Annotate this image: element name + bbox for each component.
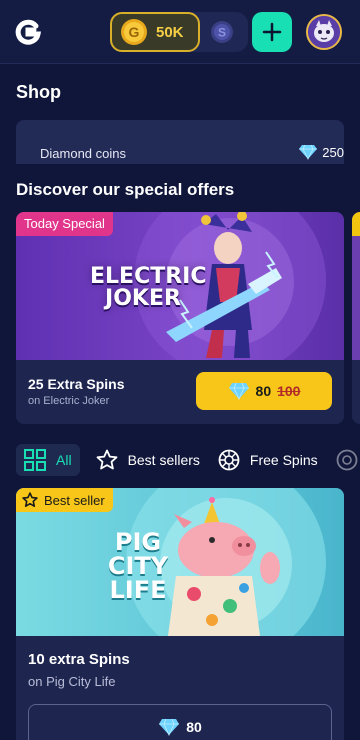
svg-text:G: G (129, 24, 140, 40)
offer-price: 80 (255, 383, 272, 399)
product-price: 80 (186, 719, 202, 735)
game-logo-line3: LIFE (109, 576, 167, 604)
s-token-icon[interactable]: S (210, 20, 234, 44)
best-seller-badge: Best seller (16, 488, 113, 512)
next-offer-card[interactable] (352, 212, 360, 424)
offer-title: 25 Extra Spins (28, 376, 125, 392)
product-subtitle: on Pig City Life (28, 674, 116, 689)
diamond-coins-card[interactable]: Diamond coins 250 (16, 120, 344, 164)
today-special-badge: Today Special (16, 212, 113, 236)
tab-free-spins-label: Free Spins (249, 452, 318, 468)
offer-old-price: 100 (277, 383, 301, 399)
diamond-coins-label: Diamond coins (40, 146, 126, 161)
page-title: Shop (16, 82, 61, 102)
plus-icon (262, 22, 282, 42)
balance-pill[interactable]: G 50K S (110, 12, 248, 52)
coin-amount: 50K (156, 23, 184, 41)
offers-heading: Discover our special offers (16, 180, 235, 199)
svg-text:S: S (218, 26, 226, 40)
coin-balance[interactable]: G 50K (110, 12, 200, 52)
tab-best-sellers[interactable]: Best sellers (96, 444, 200, 476)
buy-offer-button[interactable]: 80 100 (196, 372, 332, 410)
filter-tabs: All Best sellers Free Spins (16, 444, 360, 476)
cat-avatar-icon (308, 16, 340, 48)
tab-all[interactable]: All (16, 444, 80, 476)
electric-joker-banner[interactable]: Today Special ELECTRIC JOKER (16, 212, 344, 360)
pig-city-life-banner[interactable]: Best seller PIG CITY LIFE (16, 488, 344, 636)
diamond-balance: 250 (298, 144, 344, 160)
tab-all-label: All (56, 452, 72, 468)
special-offer-card[interactable]: Today Special ELECTRIC JOKER 25 Extra Sp… (16, 212, 344, 424)
product-card[interactable]: Best seller PIG CITY LIFE 10 extra Spins… (16, 488, 344, 740)
add-funds-button[interactable] (252, 12, 292, 52)
diamond-icon (228, 382, 249, 400)
top-bar: G 50K S (0, 0, 360, 64)
tab-best-sellers-label: Best sellers (127, 452, 200, 468)
roulette-icon (218, 449, 240, 471)
best-seller-label: Best seller (44, 492, 105, 508)
grid-icon (24, 449, 46, 471)
tab-more[interactable] (336, 444, 360, 476)
gold-coin-icon: G (121, 19, 147, 45)
avatar[interactable] (306, 14, 342, 50)
tab-free-spins[interactable]: Free Spins (218, 444, 318, 476)
product-title: 10 extra Spins (28, 651, 130, 668)
star-icon (96, 449, 117, 470)
game-logo-line2: JOKER (105, 286, 181, 311)
diamond-balance-value: 250 (322, 144, 344, 160)
star-icon (22, 492, 38, 507)
offer-subtitle: on Electric Joker (28, 395, 110, 407)
diamond-icon (299, 144, 318, 160)
g-logo-icon[interactable] (14, 18, 42, 46)
diamond-icon (159, 718, 180, 736)
roulette-icon (336, 449, 358, 471)
buy-product-button[interactable]: 80 (28, 704, 332, 740)
